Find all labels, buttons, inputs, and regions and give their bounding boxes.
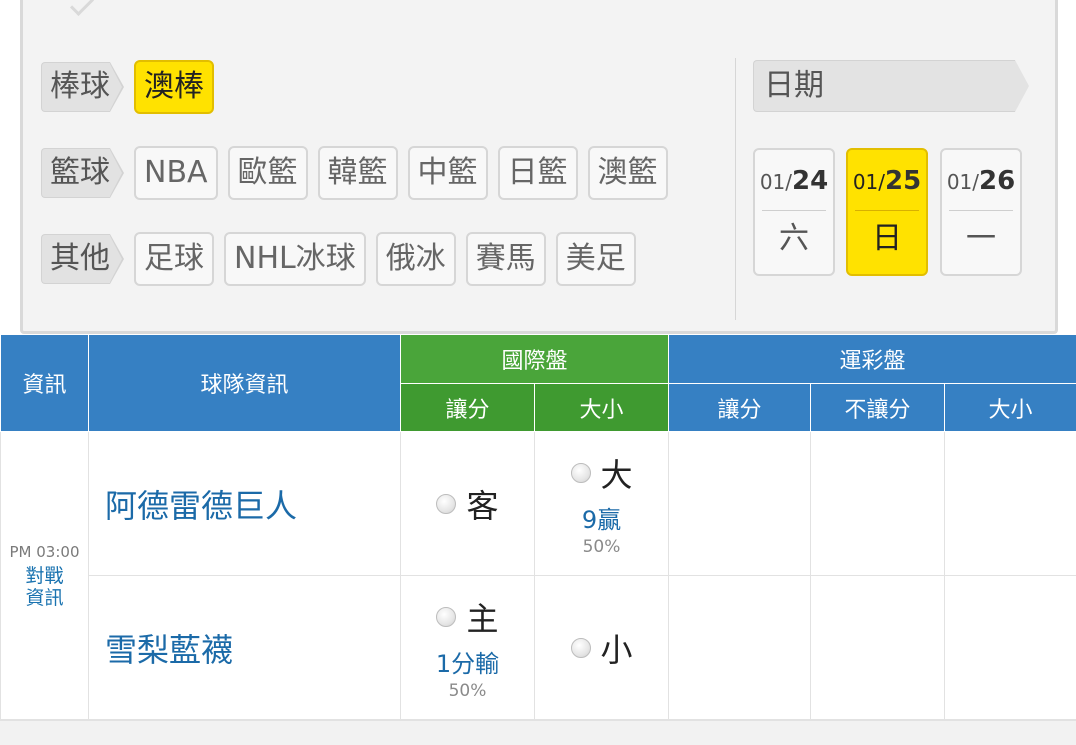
odds-table: 資訊 球隊資訊 國際盤 運彩盤 讓分 大小 讓分 不讓分 大小 PM 03:00… <box>0 334 1076 720</box>
lottery-no-handicap-away-cell <box>810 431 946 576</box>
baseball-row: 棒球 澳棒 <box>41 60 224 114</box>
under-radio[interactable] <box>570 637 591 658</box>
date-value: 01/24 <box>759 166 829 196</box>
league-russian-hockey[interactable]: 俄冰 <box>375 232 456 286</box>
table-row-away: PM 03:00 對戰 資訊 阿德雷德巨人 客 大 9贏 50% <box>0 431 1076 720</box>
home-team-name[interactable]: 雪梨藍襪 <box>88 575 401 720</box>
lottery-handicap-away-cell <box>668 431 812 576</box>
over-percentage: 50% <box>582 537 621 557</box>
under-label: 小 <box>600 630 633 669</box>
home-handicap-label: 主 <box>466 600 499 638</box>
date-card-0125[interactable]: 01/25 日 <box>846 148 928 276</box>
table-row-home: 雪梨藍襪 主 1分輸 50% 小 <box>1 575 1076 720</box>
home-handicap-cell: 主 1分輸 50% <box>400 575 535 720</box>
basketball-row: 籃球 NBA 歐籃 韓籃 中籃 日籃 澳籃 <box>41 146 678 200</box>
league-japan-basketball[interactable]: 日籃 <box>497 146 578 200</box>
category-baseball: 棒球 <box>41 62 124 112</box>
away-handicap-cell: 客 <box>400 431 535 576</box>
away-handicap-radio[interactable] <box>436 493 457 514</box>
header-lottery-handicap: 讓分 <box>668 383 812 432</box>
date-value: 01/26 <box>946 166 1016 196</box>
header-intl-over-under: 大小 <box>533 383 670 432</box>
lottery-handicap-home-cell <box>668 575 812 720</box>
home-handicap-odds: 1分輸 <box>435 650 500 678</box>
header-sports-lottery: 運彩盤 <box>668 334 1076 384</box>
lottery-no-handicap-home-cell <box>810 575 946 720</box>
header-lottery-over-under: 大小 <box>944 383 1076 432</box>
panel-pointer <box>69 0 95 17</box>
over-label: 大 <box>600 456 633 494</box>
league-euro-basketball[interactable]: 歐籃 <box>227 146 308 200</box>
match-time: PM 03:00 <box>9 542 80 561</box>
over-radio[interactable] <box>570 463 591 483</box>
league-nhl[interactable]: NHL冰球 <box>224 232 366 286</box>
over-cell: 大 9贏 50% <box>533 431 670 576</box>
league-aus-baseball[interactable]: 澳棒 <box>134 60 214 114</box>
date-card-0126[interactable]: 01/26 一 <box>940 148 1022 276</box>
header-info: 資訊 <box>0 334 89 432</box>
away-team-name[interactable]: 阿德雷德巨人 <box>88 431 401 576</box>
category-other: 其他 <box>41 234 124 284</box>
header-team-info: 球隊資訊 <box>88 334 401 432</box>
header-international: 國際盤 <box>399 334 670 384</box>
date-card-0124[interactable]: 01/24 六 <box>753 148 835 276</box>
date-header: 日期 <box>753 60 1029 112</box>
panel-divider <box>735 58 736 320</box>
league-american-football[interactable]: 美足 <box>555 232 636 286</box>
sport-filter-panel: 棒球 澳棒 籃球 NBA 歐籃 韓籃 中籃 日籃 澳籃 其他 足球 NHL冰球 … <box>20 0 1058 334</box>
under-cell: 小 <box>533 575 670 720</box>
league-horse-racing[interactable]: 賽馬 <box>465 232 546 286</box>
date-weekday: 日 <box>872 221 902 256</box>
lottery-over-under-home-cell <box>944 575 1076 720</box>
date-weekday: 六 <box>779 221 809 256</box>
lottery-over-under-away-cell <box>944 431 1076 576</box>
over-odds: 9贏 <box>581 506 622 534</box>
league-korea-basketball[interactable]: 韓籃 <box>317 146 398 200</box>
home-handicap-radio[interactable] <box>436 607 457 627</box>
match-info-cell: PM 03:00 對戰 資訊 <box>0 431 89 720</box>
header-lottery-no-handicap: 不讓分 <box>810 383 946 432</box>
league-aus-basketball[interactable]: 澳籃 <box>587 146 668 200</box>
league-nba[interactable]: NBA <box>134 146 218 200</box>
home-handicap-percentage: 50% <box>448 681 487 701</box>
away-handicap-label: 客 <box>466 486 499 525</box>
league-soccer[interactable]: 足球 <box>134 232 214 286</box>
matchup-info-link[interactable]: 對戰 資訊 <box>1 565 88 609</box>
header-intl-handicap: 讓分 <box>400 383 535 432</box>
table-footer-strip <box>0 720 1076 745</box>
date-weekday: 一 <box>966 221 996 256</box>
date-value: 01/25 <box>852 166 922 196</box>
league-china-basketball[interactable]: 中籃 <box>407 146 488 200</box>
other-row: 其他 足球 NHL冰球 俄冰 賽馬 美足 <box>41 232 646 286</box>
category-basketball: 籃球 <box>41 148 124 198</box>
